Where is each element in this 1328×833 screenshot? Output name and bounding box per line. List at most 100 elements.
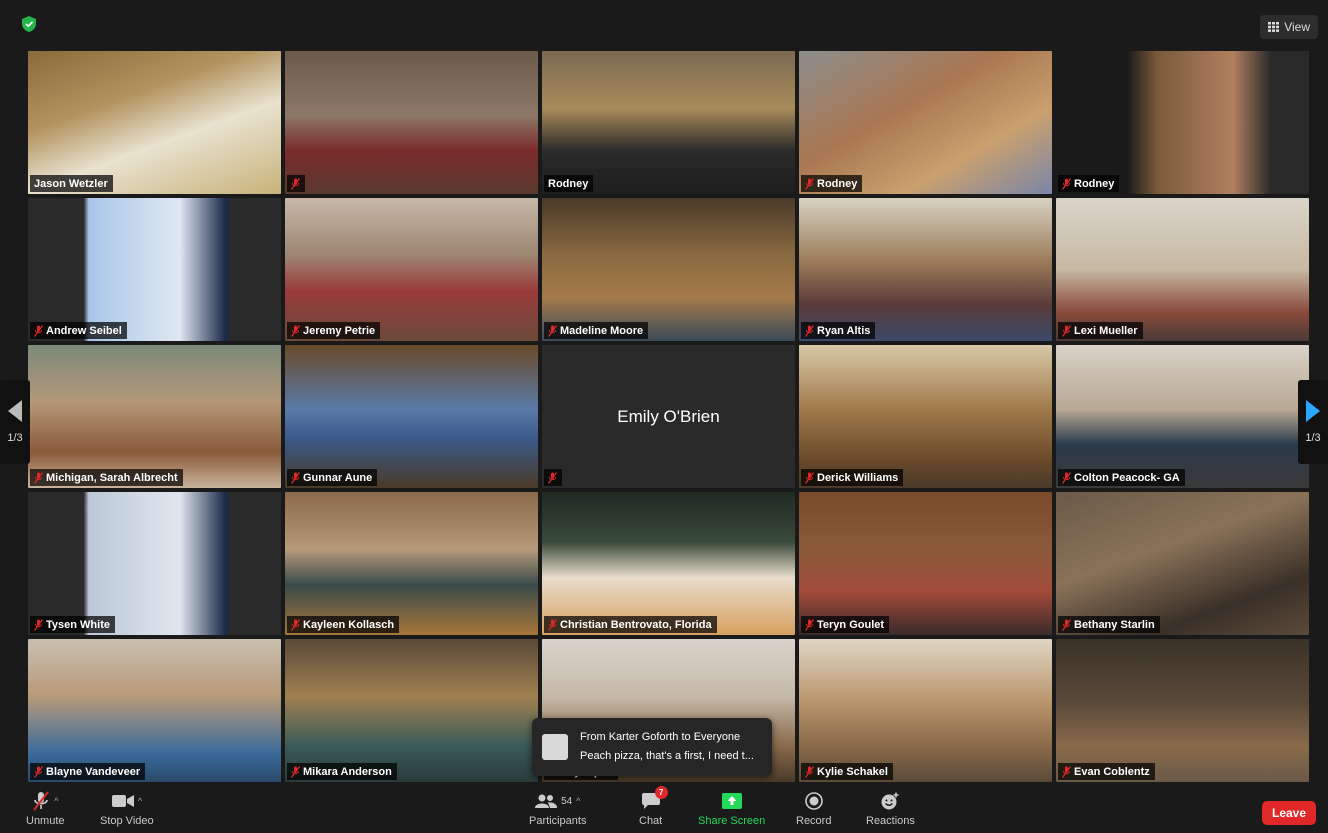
participant-tile[interactable]: Teryn Goulet [799, 492, 1052, 635]
participant-tile[interactable]: Michigan, Sarah Albrecht [28, 345, 281, 488]
previous-page-button[interactable]: 1/3 [0, 380, 30, 464]
participant-tile[interactable]: Andrew Seibel [28, 198, 281, 341]
microphone-muted-icon [548, 618, 557, 631]
participant-video [1056, 492, 1309, 635]
next-page-button[interactable]: 1/3 [1298, 380, 1328, 464]
participant-name-tag: Derick Williams [801, 469, 904, 486]
participants-options-caret[interactable]: ^ [576, 796, 580, 806]
participant-name-tag: Jeremy Petrie [287, 322, 381, 339]
stop-video-label: Stop Video [100, 815, 154, 827]
participant-name-tag: Andrew Seibel [30, 322, 127, 339]
security-shield-icon[interactable] [22, 16, 36, 32]
participant-tile[interactable]: Derick Williams [799, 345, 1052, 488]
participant-name: Tysen White [46, 618, 110, 631]
participants-button[interactable]: 54 ^ Participants [529, 790, 586, 827]
participant-video [285, 198, 538, 341]
microphone-muted-icon [805, 618, 814, 631]
participant-name: Rodney [817, 177, 858, 190]
participant-tile[interactable]: Bethany Starlin [1056, 492, 1309, 635]
stop-video-button[interactable]: ^ Stop Video [100, 790, 154, 827]
participant-name-tag: Ryan Altis [801, 322, 876, 339]
participant-tile[interactable]: Emily O'Brien [542, 345, 795, 488]
participant-name: Ryan Altis [817, 324, 871, 337]
participant-name: Teryn Goulet [817, 618, 885, 631]
participant-tile[interactable]: Tysen White [28, 492, 281, 635]
participant-video [28, 492, 281, 635]
participant-video [799, 345, 1052, 488]
participant-name: Michigan, Sarah Albrecht [46, 471, 178, 484]
participant-name: Jason Wetzler [34, 177, 108, 190]
participant-video [285, 492, 538, 635]
participant-video [799, 198, 1052, 341]
record-label: Record [796, 815, 832, 827]
participants-icon [535, 794, 558, 808]
participant-tile[interactable]: Rodney [799, 51, 1052, 194]
participant-name: Lexi Mueller [1074, 324, 1138, 337]
participant-video [28, 51, 281, 194]
participant-tile[interactable]: Jeremy Petrie [285, 198, 538, 341]
participant-video [542, 198, 795, 341]
audio-options-caret[interactable]: ^ [54, 796, 58, 806]
record-button[interactable]: Record [796, 790, 831, 827]
video-camera-icon [111, 795, 134, 807]
microphone-muted-icon [291, 324, 300, 337]
participant-name-tag: Rodney [801, 175, 863, 192]
reactions-button[interactable]: Reactions [866, 790, 915, 827]
participant-tile[interactable]: Mikara Anderson [285, 639, 538, 782]
chat-notification[interactable]: From Karter Goforth to Everyone Peach pi… [532, 718, 772, 776]
participant-tile[interactable]: Kayleen Kollasch [285, 492, 538, 635]
participant-name: Rodney [1074, 177, 1115, 190]
participant-name: Derick Williams [817, 471, 899, 484]
participant-name-tag: Blayne Vandeveer [30, 763, 146, 780]
participant-tile[interactable]: Madeline Moore [542, 198, 795, 341]
unmute-label: Unmute [26, 815, 65, 827]
arrow-left-icon [8, 400, 22, 422]
participant-tile[interactable] [285, 51, 538, 194]
participant-name: Evan Coblentz [1074, 765, 1150, 778]
participant-tile[interactable]: Christian Bentrovato, Florida [542, 492, 795, 635]
microphone-muted-icon [291, 618, 300, 631]
unmute-button[interactable]: ^ Unmute [26, 790, 65, 827]
participant-video [542, 51, 795, 194]
share-screen-label: Share Screen [698, 815, 766, 827]
share-screen-icon [721, 793, 742, 809]
participant-name: Jeremy Petrie [303, 324, 376, 337]
participant-video [28, 198, 281, 341]
leave-button[interactable]: Leave [1262, 801, 1316, 825]
participant-tile[interactable]: Blayne Vandeveer [28, 639, 281, 782]
participant-name-tag: Michigan, Sarah Albrecht [30, 469, 183, 486]
meeting-toolbar: ^ Unmute ^ Stop Video 54 ^ Participants [0, 782, 1328, 833]
microphone-muted-icon [1062, 765, 1071, 778]
microphone-muted-icon [1062, 471, 1071, 484]
view-button[interactable]: View [1260, 15, 1318, 39]
share-screen-button[interactable]: Share Screen [698, 790, 765, 827]
participant-tile[interactable]: Kylie Schakel [799, 639, 1052, 782]
microphone-muted-icon [1062, 177, 1071, 190]
participant-video [1056, 51, 1309, 194]
reactions-smiley-icon [881, 792, 899, 810]
participant-tile[interactable]: Rodney [542, 51, 795, 194]
chat-unread-badge: 7 [654, 786, 668, 799]
participant-tile[interactable]: Evan Coblentz [1056, 639, 1309, 782]
participant-name-tag: Kylie Schakel [801, 763, 893, 780]
participant-name-tag: Christian Bentrovato, Florida [544, 616, 717, 633]
participant-name: Colton Peacock- GA [1074, 471, 1180, 484]
microphone-muted-icon [1062, 324, 1071, 337]
participant-name: Christian Bentrovato, Florida [560, 618, 712, 631]
participant-tile[interactable]: Jason Wetzler [28, 51, 281, 194]
participant-tile[interactable]: Gunnar Aune [285, 345, 538, 488]
participant-video [28, 345, 281, 488]
participant-tile[interactable]: Colton Peacock- GA [1056, 345, 1309, 488]
microphone-muted-icon [34, 618, 43, 631]
participant-name: Mikara Anderson [303, 765, 392, 778]
microphone-muted-icon [34, 471, 43, 484]
microphone-muted-icon [805, 324, 814, 337]
microphone-muted-icon [805, 471, 814, 484]
participant-tile[interactable]: Rodney [1056, 51, 1309, 194]
microphone-muted-icon [33, 791, 49, 811]
participant-tile[interactable]: Lexi Mueller [1056, 198, 1309, 341]
chat-button[interactable]: 7 Chat [639, 786, 668, 827]
participant-name-tag: Madeline Moore [544, 322, 649, 339]
video-options-caret[interactable]: ^ [138, 796, 142, 806]
participant-tile[interactable]: Ryan Altis [799, 198, 1052, 341]
